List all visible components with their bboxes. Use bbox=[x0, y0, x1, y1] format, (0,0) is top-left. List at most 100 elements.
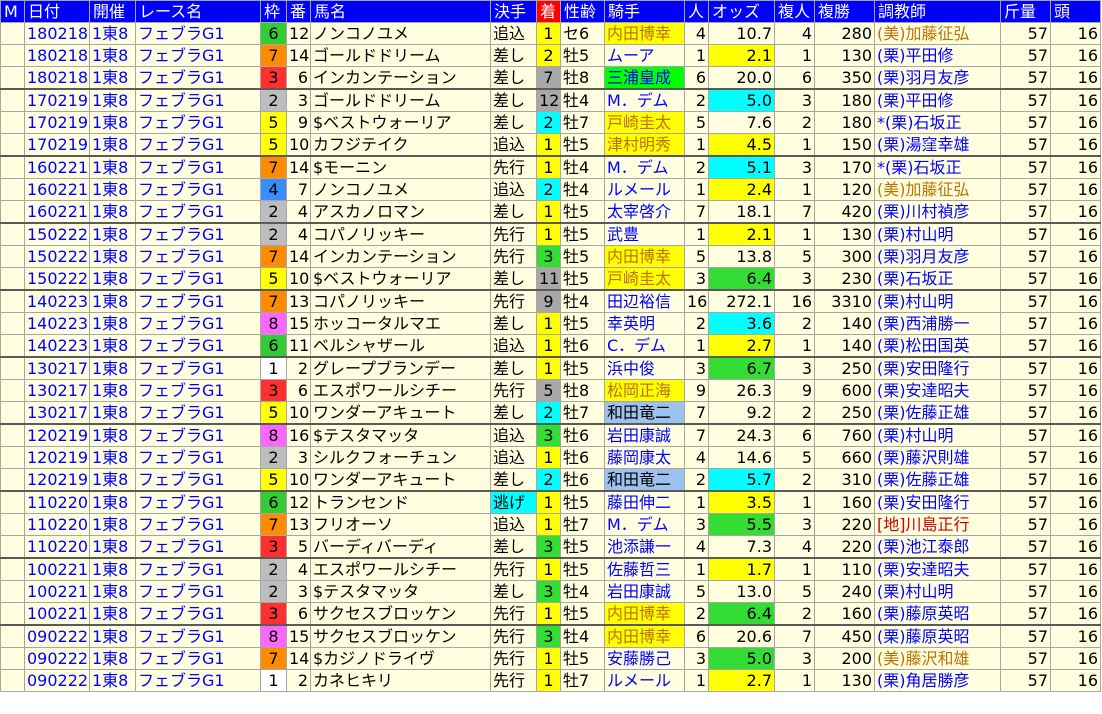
cell-ninki: 1 bbox=[684, 557, 709, 581]
cell-fukuninki: 3 bbox=[774, 513, 815, 536]
cell-fukusho: 130 bbox=[814, 44, 875, 67]
cell-trainer: (栗)羽月友彦 bbox=[874, 66, 1001, 90]
cell-fukusho: 180 bbox=[814, 111, 875, 134]
cell-waku: 7 bbox=[260, 513, 287, 536]
cell-horse: $ベストウォーリア bbox=[310, 111, 491, 134]
cell-date: 100221 bbox=[24, 580, 90, 603]
cell-odds: 9.2 bbox=[708, 401, 775, 425]
cell-kinryo: 57 bbox=[1000, 66, 1051, 90]
cell-kinryo: 57 bbox=[1000, 446, 1051, 469]
cell-kimete: 差し bbox=[490, 312, 537, 335]
cell-horse: サクセスブロッケン bbox=[310, 602, 491, 626]
table-row: 110220 1東8 フェブラG1 6 12 トランセンド 逃げ 1 牡5 藤田伸二 1 3.5 1 16… bbox=[0, 490, 1101, 514]
cell-kinryo: 57 bbox=[1000, 312, 1051, 335]
cell-waku: 4 bbox=[260, 178, 287, 201]
cell-kinryo: 57 bbox=[1000, 468, 1051, 492]
cell-ninki: 2 bbox=[684, 602, 709, 626]
cell-jockey: 池添謙一 bbox=[604, 535, 685, 559]
cell-ninki: 4 bbox=[684, 22, 709, 45]
cell-seirei: 牡4 bbox=[560, 624, 605, 648]
cell-seirei: 牡7 bbox=[560, 513, 605, 536]
cell-tou: 16 bbox=[1050, 88, 1101, 112]
cell-kaisai: 1東8 bbox=[89, 535, 136, 559]
cell-kimete: 逃げ bbox=[490, 490, 537, 514]
cell-chaku: 1 bbox=[536, 334, 561, 358]
table-row: 130217 1東8 フェブラG1 1 2 グレープブランデー 差し 1 牡5 浜中俊 3 6.7 3 2… bbox=[0, 356, 1101, 380]
cell-chaku: 1 bbox=[536, 200, 561, 224]
cell-m bbox=[0, 647, 25, 670]
cell-seirei: 牡6 bbox=[560, 468, 605, 492]
cell-m bbox=[0, 557, 25, 581]
cell-seirei: 牡4 bbox=[560, 178, 605, 201]
cell-horse: ワンダーアキュート bbox=[310, 468, 491, 492]
cell-jockey: 内田博幸 bbox=[604, 602, 685, 626]
cell-fukusho: 450 bbox=[814, 624, 875, 648]
cell-tou: 16 bbox=[1050, 401, 1101, 425]
cell-kinryo: 57 bbox=[1000, 88, 1051, 112]
cell-m bbox=[0, 468, 25, 492]
cell-tou: 16 bbox=[1050, 289, 1101, 313]
cell-kimete: 先行 bbox=[490, 245, 537, 268]
cell-odds: 4.5 bbox=[708, 133, 775, 157]
cell-ban: 6 bbox=[286, 66, 311, 90]
cell-kaisai: 1東8 bbox=[89, 66, 136, 90]
cell-kaisai: 1東8 bbox=[89, 334, 136, 358]
cell-chaku: 1 bbox=[536, 155, 561, 179]
cell-tou: 16 bbox=[1050, 356, 1101, 380]
cell-kaisai: 1東8 bbox=[89, 200, 136, 224]
cell-jockey: 和田竜二 bbox=[604, 401, 685, 425]
cell-trainer: (栗)羽月友彦 bbox=[874, 245, 1001, 268]
cell-horse: フリオーソ bbox=[310, 513, 491, 536]
cell-kinryo: 57 bbox=[1000, 513, 1051, 536]
cell-kinryo: 57 bbox=[1000, 133, 1051, 157]
cell-kimete: 先行 bbox=[490, 557, 537, 581]
cell-kaisai: 1東8 bbox=[89, 356, 136, 380]
cell-trainer: (栗)藤原英昭 bbox=[874, 602, 1001, 626]
cell-jockey: 安藤勝己 bbox=[604, 647, 685, 670]
cell-kinryo: 57 bbox=[1000, 200, 1051, 224]
cell-trainer: *(栗)石坂正 bbox=[874, 111, 1001, 134]
cell-seirei: 牡4 bbox=[560, 580, 605, 603]
cell-odds: 2.7 bbox=[708, 669, 775, 692]
cell-horse: $カジノドライヴ bbox=[310, 647, 491, 670]
cell-fukusho: 120 bbox=[814, 178, 875, 201]
cell-tou: 16 bbox=[1050, 580, 1101, 603]
cell-jockey: 戸崎圭太 bbox=[604, 111, 685, 134]
cell-ban: 3 bbox=[286, 88, 311, 112]
cell-race: フェブラG1 bbox=[135, 356, 261, 380]
cell-ban: 4 bbox=[286, 557, 311, 581]
cell-seirei: 牡5 bbox=[560, 312, 605, 335]
cell-chaku: 1 bbox=[536, 513, 561, 536]
cell-date: 150222 bbox=[24, 245, 90, 268]
cell-tou: 16 bbox=[1050, 602, 1101, 626]
cell-waku: 5 bbox=[260, 267, 287, 291]
cell-jockey: 幸英明 bbox=[604, 312, 685, 335]
cell-chaku: 2 bbox=[536, 178, 561, 201]
cell-date: 090222 bbox=[24, 669, 90, 692]
cell-jockey: 佐藤哲三 bbox=[604, 557, 685, 581]
cell-race: フェブラG1 bbox=[135, 401, 261, 425]
cell-kaisai: 1東8 bbox=[89, 88, 136, 112]
cell-kinryo: 57 bbox=[1000, 401, 1051, 425]
cell-m bbox=[0, 155, 25, 179]
cell-fukusho: 110 bbox=[814, 557, 875, 581]
cell-race: フェブラG1 bbox=[135, 379, 261, 402]
cell-kinryo: 57 bbox=[1000, 423, 1051, 447]
cell-kaisai: 1東8 bbox=[89, 624, 136, 648]
cell-jockey: 松岡正海 bbox=[604, 379, 685, 402]
cell-kaisai: 1東8 bbox=[89, 490, 136, 514]
cell-date: 130217 bbox=[24, 401, 90, 425]
cell-seirei: 牡5 bbox=[560, 200, 605, 224]
cell-race: フェブラG1 bbox=[135, 200, 261, 224]
cell-kaisai: 1東8 bbox=[89, 222, 136, 246]
cell-m bbox=[0, 66, 25, 90]
cell-m bbox=[0, 44, 25, 67]
cell-kinryo: 57 bbox=[1000, 624, 1051, 648]
cell-ninki: 1 bbox=[684, 334, 709, 358]
cell-ban: 12 bbox=[286, 22, 311, 45]
cell-odds: 6.4 bbox=[708, 267, 775, 291]
cell-kimete: 追込 bbox=[490, 446, 537, 469]
cell-waku: 3 bbox=[260, 602, 287, 626]
cell-seirei: 牡5 bbox=[560, 133, 605, 157]
col-header-date: 日付 bbox=[24, 0, 90, 23]
